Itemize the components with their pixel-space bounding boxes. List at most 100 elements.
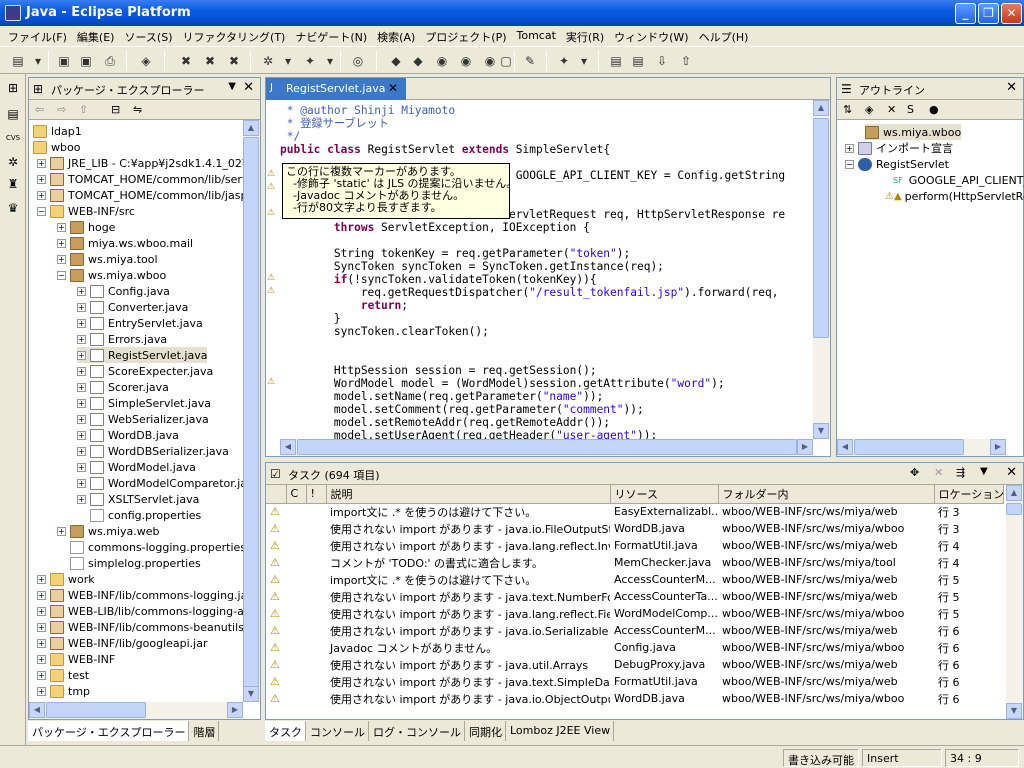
- scroll-up-icon[interactable]: ▲: [1006, 485, 1022, 501]
- external-tools-dropdown-icon[interactable]: ▾: [574, 51, 594, 71]
- tree-item[interactable]: config.properties: [90, 507, 201, 523]
- scroll-thumb[interactable]: [813, 118, 829, 338]
- open-perspective-icon[interactable]: ⊞: [3, 78, 23, 98]
- delete-icon[interactable]: ✕: [934, 466, 943, 479]
- column-resource[interactable]: リソース: [610, 485, 719, 504]
- task-row[interactable]: ⚠ 使用されない import があります - java.io.Serializa…: [266, 622, 1003, 639]
- code-line[interactable]: model.setName(req.getParameter("name"));: [280, 390, 603, 403]
- expand-icon[interactable]: +: [77, 382, 86, 392]
- expand-icon[interactable]: +: [845, 143, 854, 153]
- scroll-down-icon[interactable]: ▼: [1006, 703, 1022, 719]
- expand-icon[interactable]: +: [77, 286, 86, 296]
- external-tools-icon[interactable]: ✦: [554, 51, 574, 71]
- expand-icon[interactable]: +: [77, 350, 86, 360]
- task-row[interactable]: ⚠ コメントが 'TODO:' の書式に適合します。 MemChecker.java…: [266, 554, 1003, 571]
- prev-annotation-icon[interactable]: ⇧: [676, 51, 696, 71]
- hide-local-icon[interactable]: ●: [929, 103, 939, 116]
- minimize-button[interactable]: _: [955, 3, 976, 24]
- code-line[interactable]: model.setUserAgent(req.getHeader("user-a…: [280, 429, 657, 439]
- tree-item[interactable]: +WordModelComparetor.java: [77, 475, 243, 491]
- close-view-icon[interactable]: ✕: [243, 80, 254, 95]
- expand-icon[interactable]: +: [37, 158, 46, 168]
- toggle-view-icon[interactable]: ▤: [606, 51, 626, 71]
- expand-icon[interactable]: +: [77, 446, 86, 456]
- code-line[interactable]: throws ServletException, IOException {: [280, 221, 590, 234]
- outline-item-method[interactable]: ⚠▲ perform(HttpServletRe: [885, 188, 1024, 204]
- menu-search[interactable]: 検索(A): [373, 26, 421, 46]
- search-icon[interactable]: ◎: [348, 51, 368, 71]
- tree-item[interactable]: + Converter.java: [77, 299, 188, 315]
- expand-icon[interactable]: +: [37, 190, 46, 200]
- tree-item[interactable]: + Scorer.java: [77, 379, 169, 395]
- up-icon[interactable]: ⇧: [79, 103, 88, 116]
- task-row[interactable]: ⚠ import文に .* を使うのは避けて下さい。 EasyExternaliza…: [266, 503, 1003, 520]
- tab-synchronize[interactable]: 同期化: [465, 721, 506, 741]
- menu-project[interactable]: プロジェクト(P): [421, 26, 512, 46]
- back-icon[interactable]: ⇦: [35, 103, 44, 116]
- outline-item-field[interactable]: SF GOOGLE_API_CLIENT_: [893, 172, 1024, 188]
- scroll-right-icon[interactable]: ▶: [990, 439, 1006, 455]
- tree-item[interactable]: + WEB-INF/lib/googleapi.jar: [37, 635, 208, 651]
- print-icon[interactable]: ⎙: [100, 51, 120, 71]
- maximize-button[interactable]: ❐: [978, 3, 999, 24]
- code-area[interactable]: * @author Shinji Miyamoto * 登録サーブレット */p…: [280, 100, 813, 439]
- task-row[interactable]: ⚠ import文に .* を使うのは避けて下さい。 AccessCounterM.…: [266, 571, 1003, 588]
- tree-item[interactable]: + WordModel.java: [77, 459, 196, 475]
- horizontal-scrollbar[interactable]: ◀ ▶: [280, 439, 813, 456]
- scroll-thumb[interactable]: [297, 439, 797, 455]
- column-priority[interactable]: !: [306, 485, 327, 504]
- code-line[interactable]: */: [280, 130, 300, 143]
- scroll-thumb[interactable]: [46, 702, 146, 718]
- tree-item[interactable]: commons-logging.properties: [70, 539, 243, 555]
- tree-item[interactable]: + Errors.java: [77, 331, 167, 347]
- tree-item[interactable]: ldap1: [33, 123, 82, 139]
- code-line[interactable]: WordModel model = (WordModel)session.get…: [280, 377, 725, 390]
- hide-fields-icon[interactable]: ◈: [865, 103, 873, 116]
- expand-icon[interactable]: +: [37, 606, 46, 616]
- expand-icon[interactable]: +: [37, 574, 46, 584]
- pin-icon[interactable]: ✎: [520, 51, 540, 71]
- menu-navigate[interactable]: ナビゲート(N): [291, 26, 373, 46]
- tree-item[interactable]: + ws.miya.web: [57, 523, 160, 539]
- vertical-scrollbar[interactable]: ▲ ▼: [1006, 485, 1023, 719]
- tree-item[interactable]: +WEB-LIB/lib/commons-logging-api.ja: [37, 603, 243, 619]
- expand-icon[interactable]: +: [77, 302, 86, 312]
- view-menu-icon[interactable]: ▼: [228, 81, 236, 92]
- new-file-icon[interactable]: ▢: [496, 51, 516, 71]
- tree-item[interactable]: + ws.miya.tool: [57, 251, 158, 267]
- tree-item[interactable]: +TOMCAT_HOME/common/lib/servlet: [37, 171, 243, 187]
- expand-icon[interactable]: +: [37, 174, 46, 184]
- java-perspective-icon[interactable]: ♛: [3, 198, 23, 218]
- tree-item[interactable]: + tmp: [37, 683, 90, 699]
- scroll-down-icon[interactable]: ▼: [243, 686, 259, 702]
- tree-item[interactable]: − ws.miya.wboo: [57, 267, 166, 283]
- tab-tasks[interactable]: タスク: [265, 721, 306, 741]
- tree-item[interactable]: + JRE_LIB - C:¥app¥j2sdk1.4.1_02¥ji: [37, 155, 243, 171]
- close-view-icon[interactable]: ✕: [1006, 465, 1017, 480]
- debug-icon[interactable]: ✲: [258, 51, 278, 71]
- tree-item[interactable]: + WEB-INF/lib/commons-logging.jar: [37, 587, 243, 603]
- scroll-left-icon[interactable]: ◀: [837, 439, 853, 455]
- expand-icon[interactable]: +: [37, 670, 46, 680]
- collapse-icon[interactable]: −: [845, 159, 854, 169]
- run-icon[interactable]: ✦: [300, 51, 320, 71]
- expand-icon[interactable]: +: [77, 430, 86, 440]
- resource-perspective-icon[interactable]: ▤: [3, 104, 23, 124]
- code-line[interactable]: model.setRemoteAddr(req.getRemoteAddr())…: [280, 416, 610, 429]
- expand-icon[interactable]: +: [77, 398, 86, 408]
- scroll-right-icon[interactable]: ▶: [227, 702, 243, 718]
- menu-refactor[interactable]: リファクタリング(T): [178, 26, 291, 46]
- close-button[interactable]: ✕: [1001, 3, 1022, 24]
- tab-hierarchy[interactable]: 階層: [189, 721, 220, 741]
- code-line[interactable]: req.getRequestDispatcher("/result_tokenf…: [280, 286, 779, 299]
- column-completed[interactable]: C: [286, 485, 307, 504]
- save-all-icon[interactable]: ▣: [76, 51, 96, 71]
- scroll-left-icon[interactable]: ◀: [29, 702, 45, 718]
- tab-console[interactable]: コンソール: [306, 721, 369, 741]
- next-annotation-icon[interactable]: ⇩: [652, 51, 672, 71]
- task-row[interactable]: ⚠ 使用されない import があります - java.lang.reflect…: [266, 605, 1003, 622]
- expand-icon[interactable]: +: [77, 494, 86, 504]
- warning-icon[interactable]: ⚠: [267, 208, 278, 218]
- close-tab-icon[interactable]: ✕: [388, 81, 398, 95]
- expand-icon[interactable]: +: [77, 318, 86, 328]
